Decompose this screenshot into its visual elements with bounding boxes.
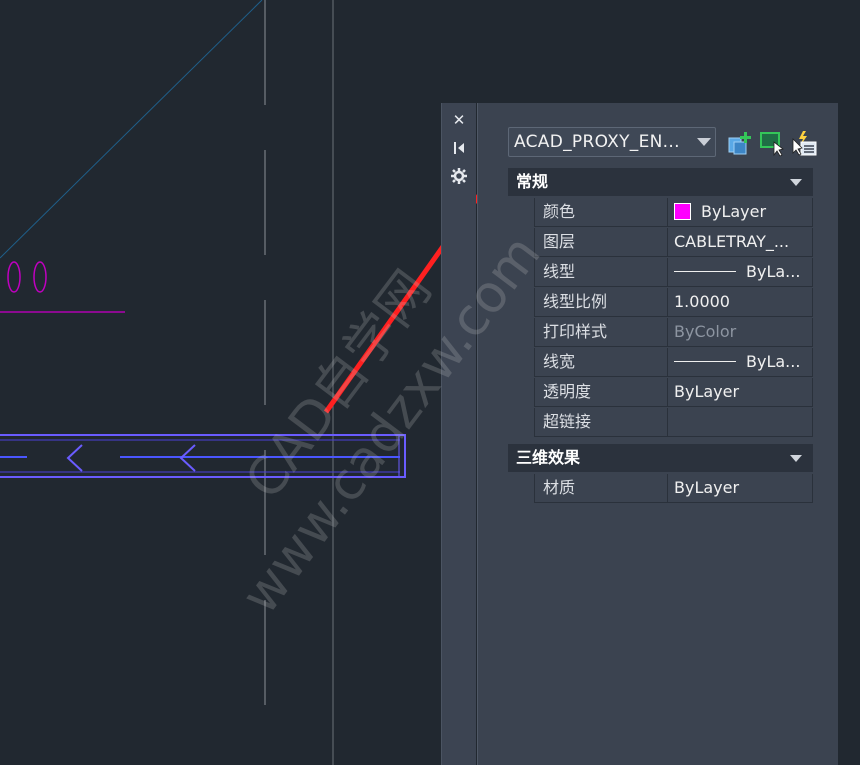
property-name: 图层 xyxy=(534,228,668,256)
property-row-linetype-scale[interactable]: 线型比例 1.0000 xyxy=(534,288,813,317)
color-value-text: ByLayer xyxy=(701,202,767,221)
property-row-lineweight[interactable]: 线宽 ByLa... xyxy=(534,348,813,377)
lineweight-sample xyxy=(674,361,736,362)
magenta-ellipse-1 xyxy=(7,261,21,293)
palette-title-strip: ✕ xyxy=(441,103,476,765)
properties-palette: ACAD_PROXY_EN... 常规 颜色 ByLayer 图层 CABLET… xyxy=(477,103,838,765)
property-row-layer[interactable]: 图层 CABLETRAY_... xyxy=(534,228,813,257)
property-row-plot-style[interactable]: 打印样式 ByColor xyxy=(534,318,813,347)
property-row-hyperlink[interactable]: 超链接 xyxy=(534,408,813,437)
property-row-material[interactable]: 材质 ByLayer xyxy=(534,474,813,503)
chevron-down-icon xyxy=(697,138,711,146)
diagonal-line xyxy=(0,0,263,259)
close-icon[interactable]: ✕ xyxy=(450,111,468,129)
property-value-plot-style[interactable]: ByColor xyxy=(668,318,813,346)
property-name: 打印样式 xyxy=(534,318,668,346)
object-type-dropdown[interactable]: ACAD_PROXY_EN... xyxy=(508,127,716,157)
property-name: 线型比例 xyxy=(534,288,668,316)
property-name: 材质 xyxy=(534,474,668,502)
flow-arrow-1 xyxy=(66,444,83,472)
collapse-caret-icon xyxy=(790,455,802,462)
property-value-material[interactable]: ByLayer xyxy=(668,474,813,502)
property-row-linetype[interactable]: 线型 ByLa... xyxy=(534,258,813,287)
section-header-3d-effects[interactable]: 三维效果 xyxy=(508,444,813,472)
linetype-sample xyxy=(674,271,736,272)
linetype-value-text: ByLa... xyxy=(746,262,801,281)
property-row-transparency[interactable]: 透明度 ByLayer xyxy=(534,378,813,407)
property-value-lineweight[interactable]: ByLa... xyxy=(668,348,813,376)
property-value-hyperlink[interactable] xyxy=(668,408,813,436)
quick-select-icon[interactable] xyxy=(726,129,754,157)
color-swatch xyxy=(674,203,691,220)
select-objects-icon[interactable] xyxy=(758,129,786,157)
section-title-3d-effects: 三维效果 xyxy=(516,448,581,467)
property-name: 线宽 xyxy=(534,348,668,376)
property-value-layer[interactable]: CABLETRAY_... xyxy=(668,228,813,256)
property-name: 超链接 xyxy=(534,408,668,436)
properties-settings-icon[interactable] xyxy=(450,167,468,185)
property-value-linetype[interactable]: ByLa... xyxy=(668,258,813,286)
property-name: 颜色 xyxy=(534,198,668,226)
object-type-label: ACAD_PROXY_EN... xyxy=(514,132,680,152)
lineweight-value-text: ByLa... xyxy=(746,352,801,371)
toggle-pickadd-icon[interactable] xyxy=(790,129,818,157)
property-name: 透明度 xyxy=(534,378,668,406)
property-value-linetype-scale[interactable]: 1.0000 xyxy=(668,288,813,316)
section-title-general: 常规 xyxy=(516,172,549,191)
collapse-caret-icon xyxy=(790,179,802,186)
property-name: 线型 xyxy=(534,258,668,286)
property-value-transparency[interactable]: ByLayer xyxy=(668,378,813,406)
property-value-color[interactable]: ByLayer xyxy=(668,198,813,226)
auto-hide-icon[interactable] xyxy=(450,139,468,157)
section-header-general[interactable]: 常规 xyxy=(508,168,813,196)
magenta-ellipse-2 xyxy=(33,261,47,293)
property-row-color[interactable]: 颜色 ByLayer xyxy=(534,198,813,227)
